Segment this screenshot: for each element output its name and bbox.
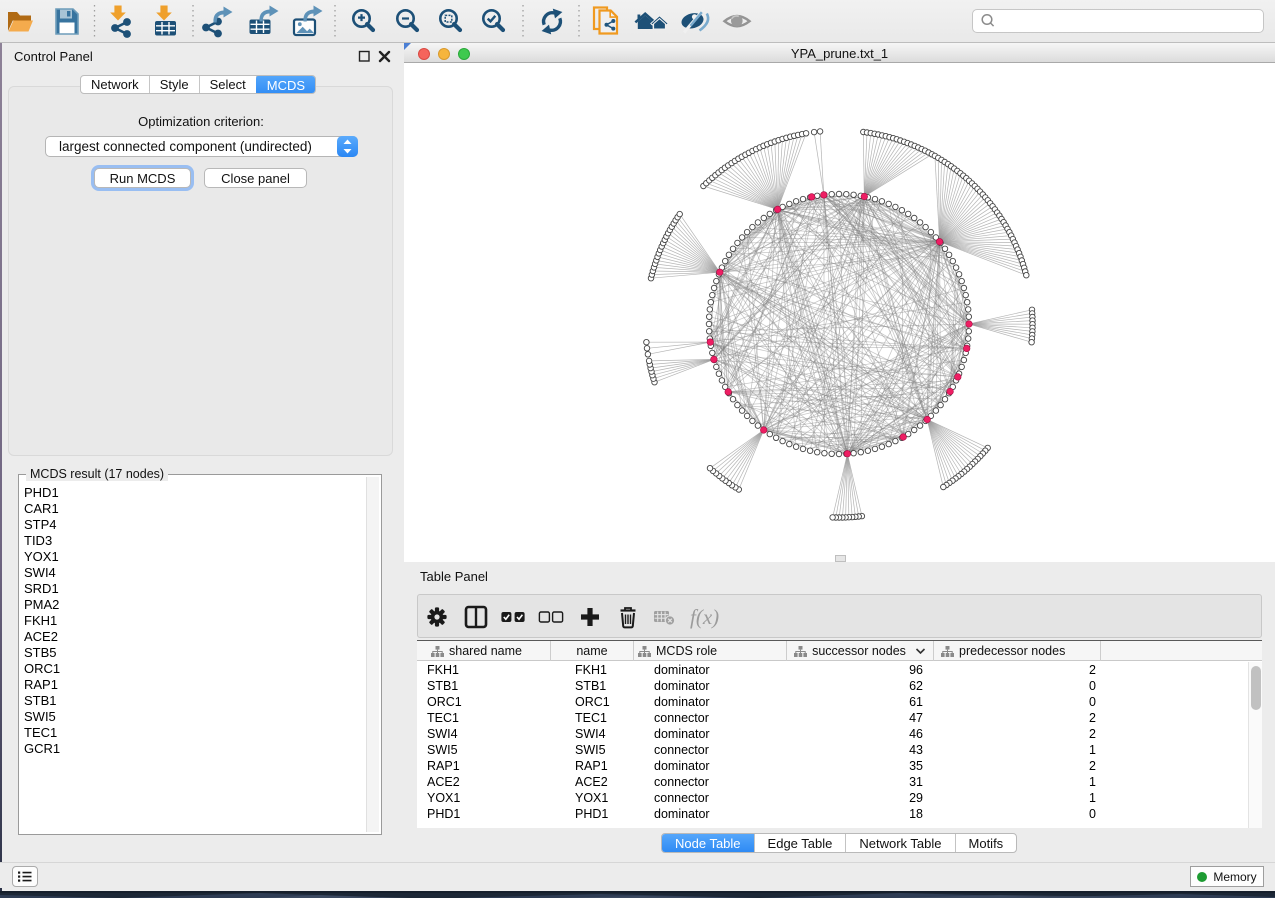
- svg-text:f(x): f(x): [690, 605, 719, 629]
